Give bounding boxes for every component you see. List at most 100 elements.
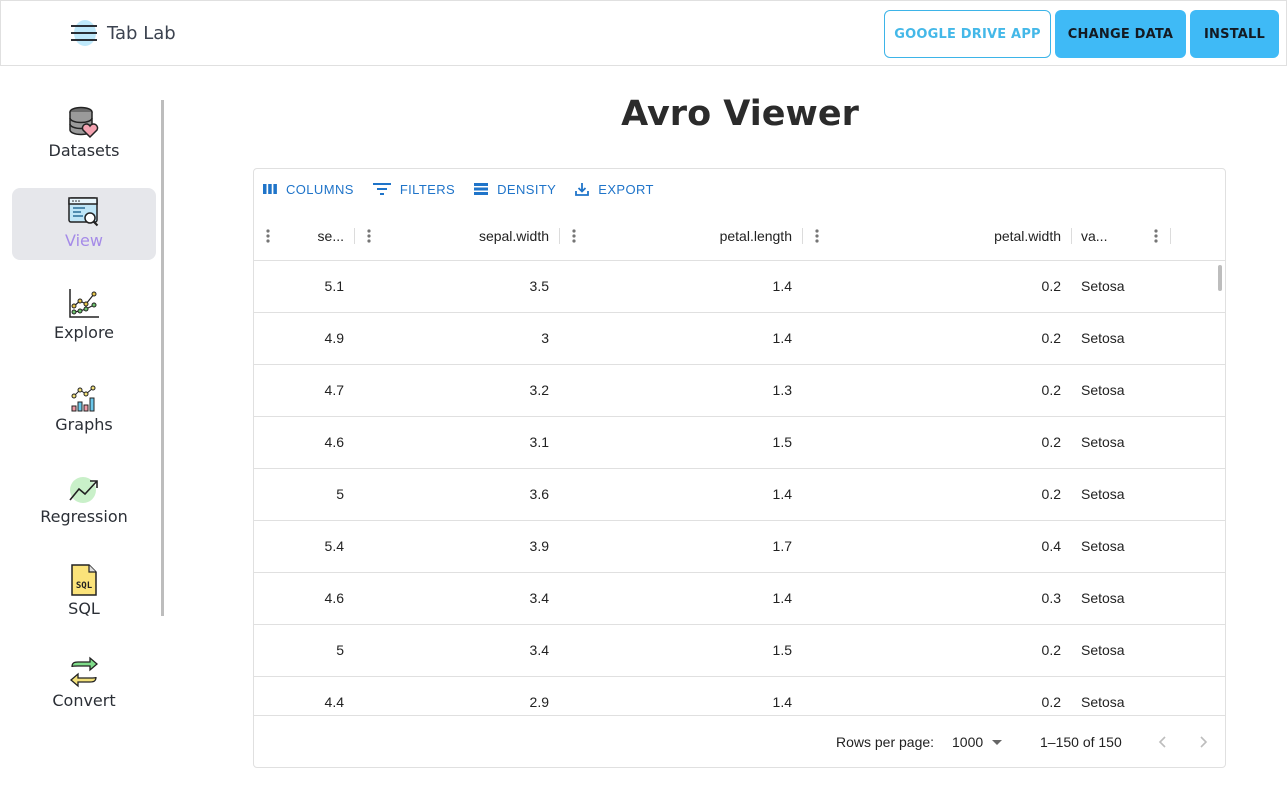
cell-petal-width[interactable]: 0.2 xyxy=(834,677,1061,715)
column-header-petal-length[interactable]: petal.length xyxy=(589,211,792,261)
column-header-variety[interactable]: va... xyxy=(1081,211,1141,261)
cell-petal-length[interactable]: 1.5 xyxy=(589,625,792,677)
table-row[interactable]: 4.7 3.2 1.3 0.2 Setosa xyxy=(254,365,1225,417)
column-menu-icon[interactable] xyxy=(807,226,827,246)
export-button[interactable]: EXPORT xyxy=(574,181,654,197)
google-drive-app-button[interactable]: GOOGLE DRIVE APP xyxy=(884,10,1051,58)
cell-sepal-width[interactable]: 3.4 xyxy=(384,625,549,677)
column-separator[interactable] xyxy=(559,228,560,244)
rows-per-page-select[interactable]: 1000 xyxy=(952,734,1003,750)
grid-vertical-scrollbar[interactable] xyxy=(1218,265,1222,291)
column-separator[interactable] xyxy=(354,228,355,244)
cell-variety[interactable]: Setosa xyxy=(1081,677,1171,715)
chevron-right-icon xyxy=(1200,736,1208,748)
density-icon xyxy=(474,183,489,195)
sidebar-item-label: Regression xyxy=(40,507,128,526)
table-row[interactable]: 4.6 3.1 1.5 0.2 Setosa xyxy=(254,417,1225,469)
change-data-button[interactable]: CHANGE DATA xyxy=(1055,10,1186,58)
cell-sepal-width[interactable]: 3.5 xyxy=(384,261,549,313)
columns-label: COLUMNS xyxy=(286,181,354,197)
column-separator[interactable] xyxy=(1071,228,1072,244)
filter-icon xyxy=(372,183,391,195)
cell-sepal-length[interactable]: 4.9 xyxy=(254,313,344,365)
cell-sepal-width[interactable]: 3.1 xyxy=(384,417,549,469)
column-header-sepal-length[interactable]: se... xyxy=(284,211,344,261)
sidebar-item-label: SQL xyxy=(68,599,100,618)
density-button[interactable]: DENSITY xyxy=(473,182,556,197)
cell-sepal-length[interactable]: 5 xyxy=(254,625,344,677)
install-button[interactable]: INSTALL xyxy=(1190,10,1279,58)
column-separator[interactable] xyxy=(802,228,803,244)
sidebar-item-convert[interactable]: Convert xyxy=(12,648,156,720)
cell-sepal-width[interactable]: 3.4 xyxy=(384,573,549,625)
cell-sepal-length[interactable]: 5.4 xyxy=(254,521,344,573)
cell-variety[interactable]: Setosa xyxy=(1081,417,1171,469)
cell-petal-width[interactable]: 0.2 xyxy=(834,365,1061,417)
column-header-sepal-width[interactable]: sepal.width xyxy=(384,211,549,261)
cell-variety[interactable]: Setosa xyxy=(1081,573,1171,625)
app-header: Tab Lab GOOGLE DRIVE APP CHANGE DATA INS… xyxy=(0,0,1287,66)
cell-variety[interactable]: Setosa xyxy=(1081,261,1171,313)
table-row[interactable]: 5 3.6 1.4 0.2 Setosa xyxy=(254,469,1225,521)
cell-petal-width[interactable]: 0.2 xyxy=(834,261,1061,313)
cell-sepal-width[interactable]: 3.9 xyxy=(384,521,549,573)
line-chart-icon xyxy=(69,289,99,318)
cell-variety[interactable]: Setosa xyxy=(1081,313,1171,365)
cell-variety[interactable]: Setosa xyxy=(1081,521,1171,573)
sidebar-item-explore[interactable]: Explore xyxy=(12,280,156,352)
hamburger-menu-icon[interactable] xyxy=(69,18,99,48)
cell-sepal-length[interactable]: 5 xyxy=(254,469,344,521)
cell-variety[interactable]: Setosa xyxy=(1081,625,1171,677)
cell-petal-width[interactable]: 0.2 xyxy=(834,417,1061,469)
column-separator[interactable] xyxy=(1170,228,1171,244)
cell-petal-length[interactable]: 1.5 xyxy=(589,417,792,469)
cell-petal-length[interactable]: 1.4 xyxy=(589,261,792,313)
columns-icon xyxy=(263,184,277,194)
table-row[interactable]: 5.4 3.9 1.7 0.4 Setosa xyxy=(254,521,1225,573)
sidebar-item-regression[interactable]: Regression xyxy=(12,464,156,536)
cell-petal-length[interactable]: 1.4 xyxy=(589,677,792,715)
cell-petal-length[interactable]: 1.4 xyxy=(589,469,792,521)
column-menu-icon[interactable] xyxy=(564,226,584,246)
cell-petal-length[interactable]: 1.4 xyxy=(589,313,792,365)
sidebar-item-sql[interactable]: SQL SQL xyxy=(12,556,156,628)
cell-variety[interactable]: Setosa xyxy=(1081,469,1171,521)
cell-petal-width[interactable]: 0.2 xyxy=(834,313,1061,365)
table-row[interactable]: 4.6 3.4 1.4 0.3 Setosa xyxy=(254,573,1225,625)
column-menu-icon[interactable] xyxy=(258,226,278,246)
cell-sepal-width[interactable]: 3.6 xyxy=(384,469,549,521)
table-row[interactable]: 4.4 2.9 1.4 0.2 Setosa xyxy=(254,677,1225,715)
cell-sepal-length[interactable]: 5.1 xyxy=(254,261,344,313)
previous-page-button[interactable] xyxy=(1149,728,1177,756)
rows-per-page-label: Rows per page: xyxy=(836,734,935,750)
cell-variety[interactable]: Setosa xyxy=(1081,365,1171,417)
column-menu-icon[interactable] xyxy=(1146,226,1166,246)
next-page-button[interactable] xyxy=(1189,728,1217,756)
cell-petal-length[interactable]: 1.3 xyxy=(589,365,792,417)
cell-sepal-width[interactable]: 3.2 xyxy=(384,365,549,417)
sidebar-scrollbar[interactable] xyxy=(161,100,164,616)
cell-petal-length[interactable]: 1.7 xyxy=(589,521,792,573)
table-row[interactable]: 5.1 3.5 1.4 0.2 Setosa xyxy=(254,261,1225,313)
cell-sepal-length[interactable]: 4.6 xyxy=(254,573,344,625)
cell-petal-width[interactable]: 0.4 xyxy=(834,521,1061,573)
cell-sepal-width[interactable]: 3 xyxy=(384,313,549,365)
table-row[interactable]: 5 3.4 1.5 0.2 Setosa xyxy=(254,625,1225,677)
columns-button[interactable]: COLUMNS xyxy=(262,182,354,197)
cell-sepal-width[interactable]: 2.9 xyxy=(384,677,549,715)
cell-sepal-length[interactable]: 4.4 xyxy=(254,677,344,715)
page-title: Avro Viewer xyxy=(621,94,859,134)
filters-button[interactable]: FILTERS xyxy=(372,182,455,197)
column-menu-icon[interactable] xyxy=(359,226,379,246)
cell-petal-width[interactable]: 0.2 xyxy=(834,625,1061,677)
cell-petal-length[interactable]: 1.4 xyxy=(589,573,792,625)
column-header-petal-width[interactable]: petal.width xyxy=(834,211,1061,261)
sidebar-item-view[interactable]: View xyxy=(12,188,156,260)
cell-petal-width[interactable]: 0.2 xyxy=(834,469,1061,521)
cell-sepal-length[interactable]: 4.7 xyxy=(254,365,344,417)
table-row[interactable]: 4.9 3 1.4 0.2 Setosa xyxy=(254,313,1225,365)
sidebar-item-graphs[interactable]: Graphs xyxy=(12,372,156,444)
cell-petal-width[interactable]: 0.3 xyxy=(834,573,1061,625)
cell-sepal-length[interactable]: 4.6 xyxy=(254,417,344,469)
convert-arrows-icon xyxy=(70,656,98,688)
